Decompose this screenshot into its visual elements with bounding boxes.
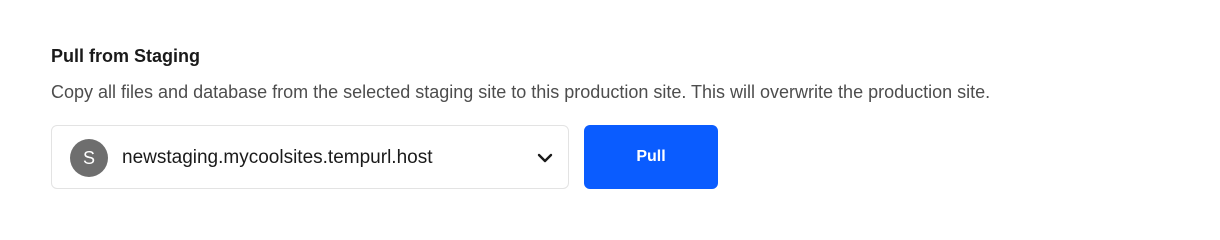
selected-site-name: newstaging.mycoolsites.tempurl.host [122,147,433,168]
staging-site-select[interactable]: S newstaging.mycoolsites.tempurl.host [51,125,569,189]
pull-from-staging-panel: Pull from Staging Copy all files and dat… [0,0,1220,234]
section-title: Pull from Staging [51,46,201,66]
section-description: Copy all files and database from the sel… [51,82,991,102]
chevron-down-icon[interactable] [536,150,554,166]
pull-button[interactable]: Pull [584,125,718,189]
site-avatar: S [70,139,108,177]
